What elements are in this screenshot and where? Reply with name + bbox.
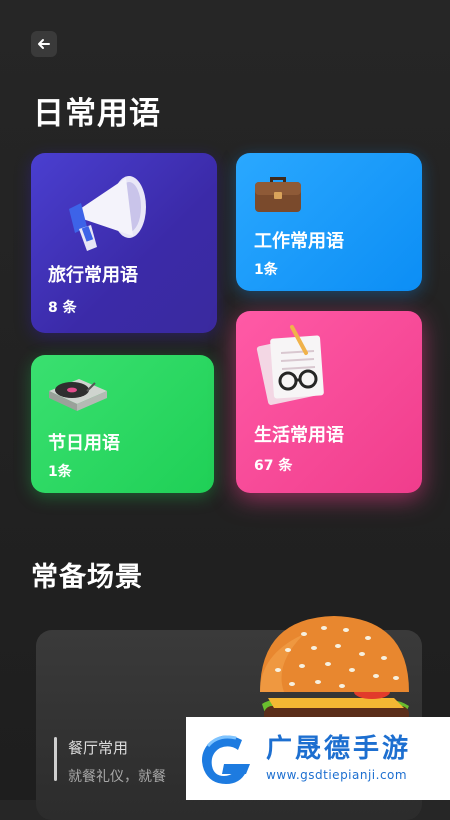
- card-title: 工作常用语: [254, 231, 344, 252]
- card-travel-phrases[interactable]: 旅行常用语 8 条: [31, 153, 217, 333]
- card-title: 旅行常用语: [48, 265, 138, 286]
- card-life-phrases[interactable]: 生活常用语 67 条: [236, 311, 422, 493]
- card-holiday-phrases[interactable]: 节日用语 1条: [31, 355, 214, 493]
- notes-glasses-icon: [256, 325, 324, 405]
- card-title: 节日用语: [48, 433, 120, 454]
- g-logo: [202, 734, 250, 784]
- card-count: 1条: [254, 262, 278, 278]
- scene-title: 餐厅常用: [68, 739, 129, 757]
- arrow-left-icon: [38, 39, 50, 49]
- card-work-phrases[interactable]: 工作常用语 1条: [236, 153, 422, 291]
- watermark-title: 广晟德手游: [266, 733, 412, 764]
- card-title: 生活常用语: [254, 425, 344, 446]
- scene-accent-bar: [54, 737, 57, 781]
- section-title-daily: 日常用语: [33, 96, 161, 132]
- turntable-icon: [49, 379, 107, 411]
- card-count: 8 条: [48, 300, 77, 316]
- megaphone-icon: [69, 176, 146, 251]
- scene-subtitle: 就餐礼仪，就餐: [68, 769, 166, 785]
- card-count: 1条: [48, 464, 72, 480]
- back-button[interactable]: [31, 31, 57, 57]
- watermark-url: www.gsdtiepianji.com: [266, 767, 408, 782]
- section-title-scenes: 常备场景: [31, 562, 143, 593]
- briefcase-icon: [255, 177, 301, 212]
- watermark-banner: 广晟德手游 www.gsdtiepianji.com: [186, 717, 450, 800]
- card-count: 67 条: [254, 458, 293, 474]
